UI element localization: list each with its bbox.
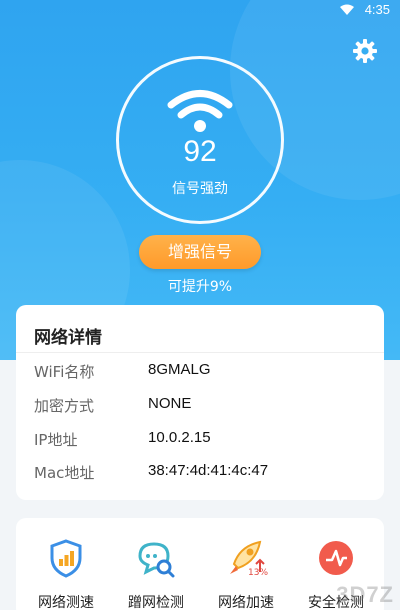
tool-label: 网络测速 [38,595,94,610]
detail-row-encryption: 加密方式 NONE [34,395,374,419]
tool-label: 蹭网检测 [128,595,184,610]
tool-network-boost[interactable]: 13% 网络加速 [204,538,288,610]
detail-key: Mac地址 [34,464,95,482]
signal-strength-label: 信号强劲 [172,181,228,197]
chat-search-icon [138,542,175,578]
detail-value: 10.0.2.15 [148,429,211,446]
watermark: 3D7Z [336,582,394,607]
detail-value: 38:47:4d:41:4c:47 [148,462,269,479]
tools-card: 网络测速 蹭网检测 13% 网络加速 安全检测 [16,518,384,610]
tool-speed-test[interactable]: 网络测速 [24,538,108,610]
tool-leech-detect[interactable]: 蹭网检测 [114,538,198,610]
speed-shield-icon [50,539,82,578]
boost-signal-button[interactable]: 增强信号 [139,235,261,269]
status-bar: 4:35 [0,0,400,22]
detail-row-mac: Mac地址 38:47:4d:41:4c:47 [34,462,374,486]
divider [16,352,384,353]
signal-score: 92 [183,135,217,168]
detail-value: NONE [148,395,192,412]
clock: 4:35 [364,2,390,17]
boost-note: 可提升9% [167,279,233,295]
wifi-icon [167,90,233,132]
boost-badge: 13% [248,568,269,578]
detail-value: 8GMALG [148,361,211,378]
detail-key: 加密方式 [34,397,95,415]
network-details-card: 网络详情 WiFi名称 8GMALG 加密方式 NONE IP地址 10.0.2… [16,305,384,500]
gear-icon[interactable] [352,38,378,64]
tool-label: 网络加速 [218,595,274,610]
security-check-icon [319,541,353,575]
wifi-status-icon [340,4,354,15]
detail-key: IP地址 [34,431,78,449]
detail-key: WiFi名称 [34,363,95,381]
card-title: 网络详情 [34,328,102,348]
detail-row-ip: IP地址 10.0.2.15 [34,429,374,453]
detail-row-wifi-name: WiFi名称 8GMALG [34,361,374,385]
